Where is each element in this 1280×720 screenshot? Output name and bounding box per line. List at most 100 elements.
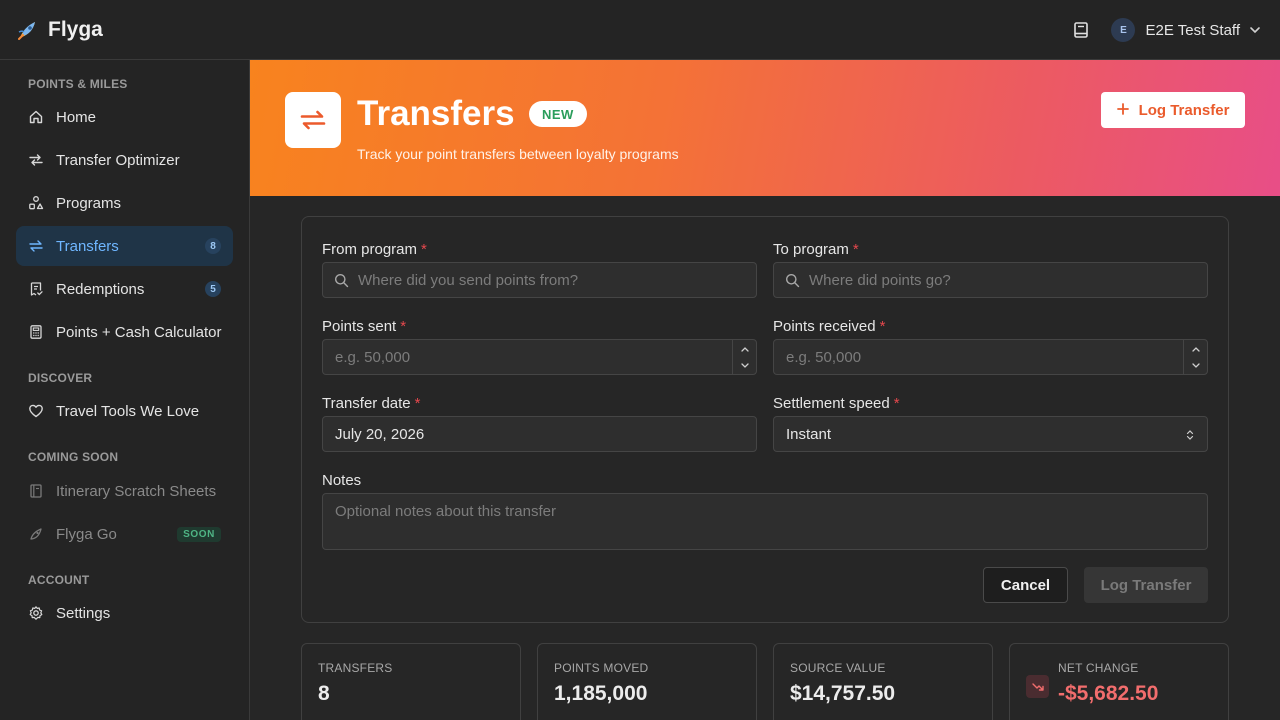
to-program-label: To program * (773, 241, 859, 258)
stat-label: POINTS MOVED (554, 661, 649, 675)
label-text: To program (773, 241, 849, 258)
stat-label: SOURCE VALUE (790, 661, 886, 675)
field-value: July 20, 2026 (335, 425, 425, 443)
stat-label: TRANSFERS (318, 661, 393, 675)
page-title: Transfers (357, 94, 515, 133)
stat-card-points-moved: POINTS MOVED 1,185,000 (537, 643, 757, 720)
required-mark: * (893, 395, 900, 412)
sidebar-item-label: Home (56, 108, 97, 126)
sidebar-item-flyga-go[interactable]: Flyga Go SOON (16, 514, 233, 554)
sidebar-item-label: Flyga Go (56, 525, 117, 543)
from-program-input[interactable]: Where did you send points from? (322, 262, 757, 298)
field-value: Instant (786, 425, 832, 443)
points-received-input[interactable]: e.g. 50,000 (773, 339, 1208, 375)
sidebar-item-label: Programs (56, 194, 122, 212)
section-label-discover: DISCOVER (28, 371, 93, 385)
sidebar-item-label: Redemptions (56, 280, 145, 298)
sidebar-item-home[interactable]: Home (16, 97, 233, 137)
sidebar-item-points-cash-calculator[interactable]: Points + Cash Calculator (16, 312, 233, 352)
brand-name: Flyga (48, 18, 103, 41)
log-transfer-header-button[interactable]: Log Transfer (1101, 92, 1245, 128)
section-label-account: ACCOUNT (28, 573, 90, 587)
number-stepper (1183, 340, 1207, 374)
label-text: Transfer date (322, 395, 411, 412)
required-mark: * (879, 318, 886, 335)
sidebar-item-label: Settings (56, 604, 111, 622)
chevron-down-icon[interactable] (1184, 357, 1207, 374)
chevron-down-icon[interactable] (733, 357, 756, 374)
placeholder-text: Where did you send points from? (358, 271, 579, 289)
stat-value: -$5,682.50 (1058, 682, 1159, 705)
from-program-label: From program * (322, 241, 427, 258)
sidebar-item-label: Travel Tools We Love (56, 402, 200, 420)
book-icon[interactable] (1069, 18, 1093, 42)
settlement-speed-label: Settlement speed * (773, 395, 900, 412)
placeholder-text: Where did points go? (809, 271, 951, 289)
transfer-icon (28, 238, 44, 254)
section-label-points-miles: POINTS & MILES (28, 77, 128, 91)
sidebar-item-label: Itinerary Scratch Sheets (56, 482, 217, 500)
label-text: Points received (773, 318, 876, 335)
heart-icon (28, 403, 44, 419)
button-label: Log Transfer (1138, 101, 1230, 119)
new-badge: NEW (529, 101, 587, 127)
count-badge: 8 (205, 238, 221, 254)
top-bar: Flyga E E2E Test Staff (0, 0, 1280, 60)
transfer-form: From program * Where did you send points … (301, 216, 1229, 623)
sidebar-item-transfer-optimizer[interactable]: Transfer Optimizer (16, 140, 233, 180)
brand[interactable]: Flyga (16, 16, 103, 44)
gear-icon (28, 605, 44, 621)
sidebar-item-settings[interactable]: Settings (16, 593, 233, 633)
notes-textarea[interactable]: Optional notes about this transfer (322, 493, 1208, 550)
required-mark: * (400, 318, 407, 335)
required-mark: * (421, 241, 427, 258)
chevron-up-icon[interactable] (733, 340, 756, 357)
points-sent-input[interactable]: e.g. 50,000 (322, 339, 757, 375)
count-badge: 5 (205, 281, 221, 297)
placeholder-text: Optional notes about this transfer (335, 503, 556, 520)
label-text: Points sent (322, 318, 397, 335)
sidebar-item-label: Transfers (56, 237, 119, 255)
stat-label: NET CHANGE (1058, 661, 1139, 675)
sidebar-item-programs[interactable]: Programs (16, 183, 233, 223)
stat-card-source-value: SOURCE VALUE $14,757.50 (773, 643, 993, 720)
chevron-up-icon[interactable] (1184, 340, 1207, 357)
user-area: E E2E Test Staff (1069, 16, 1262, 44)
points-sent-label: Points sent * (322, 318, 406, 335)
user-name[interactable]: E2E Test Staff (1145, 22, 1240, 39)
log-transfer-submit-button[interactable]: Log Transfer (1084, 567, 1208, 603)
page-subtitle: Track your point transfers between loyal… (357, 146, 679, 162)
trending-down-icon (1026, 675, 1049, 698)
transfer-date-label: Transfer date * (322, 395, 421, 412)
stat-value: $14,757.50 (790, 682, 896, 705)
avatar[interactable]: E (1111, 18, 1136, 42)
cancel-button[interactable]: Cancel (983, 567, 1068, 603)
stat-value: 1,185,000 (554, 682, 648, 705)
receipt-icon (28, 281, 44, 297)
transfer-date-input[interactable]: July 20, 2026 (322, 416, 757, 452)
transfer-icon (285, 92, 341, 148)
sidebar-item-travel-tools[interactable]: Travel Tools We Love (16, 391, 233, 431)
search-icon (785, 273, 800, 288)
required-mark: * (852, 241, 859, 258)
sidebar-item-itinerary-scratch-sheets[interactable]: Itinerary Scratch Sheets (16, 471, 233, 511)
stat-value: 8 (318, 682, 330, 705)
home-icon (28, 109, 44, 125)
search-icon (334, 273, 349, 288)
sidebar-item-label: Points + Cash Calculator (56, 323, 222, 341)
calculator-icon (28, 324, 44, 340)
hero-banner: Transfers NEW Track your point transfers… (250, 60, 1280, 196)
arrows-icon (28, 152, 44, 168)
sidebar-item-transfers[interactable]: Transfers 8 (16, 226, 233, 266)
shapes-icon (28, 195, 44, 211)
sidebar-item-redemptions[interactable]: Redemptions 5 (16, 269, 233, 309)
chevron-down-icon[interactable] (1248, 23, 1262, 37)
to-program-input[interactable]: Where did points go? (773, 262, 1208, 298)
soon-badge: SOON (177, 527, 221, 542)
stat-card-transfers: TRANSFERS 8 (301, 643, 521, 720)
number-stepper (732, 340, 756, 374)
settlement-speed-select[interactable]: Instant (773, 416, 1208, 452)
select-arrows-icon (1185, 428, 1195, 440)
points-received-label: Points received * (773, 318, 885, 335)
required-mark: * (414, 395, 421, 412)
